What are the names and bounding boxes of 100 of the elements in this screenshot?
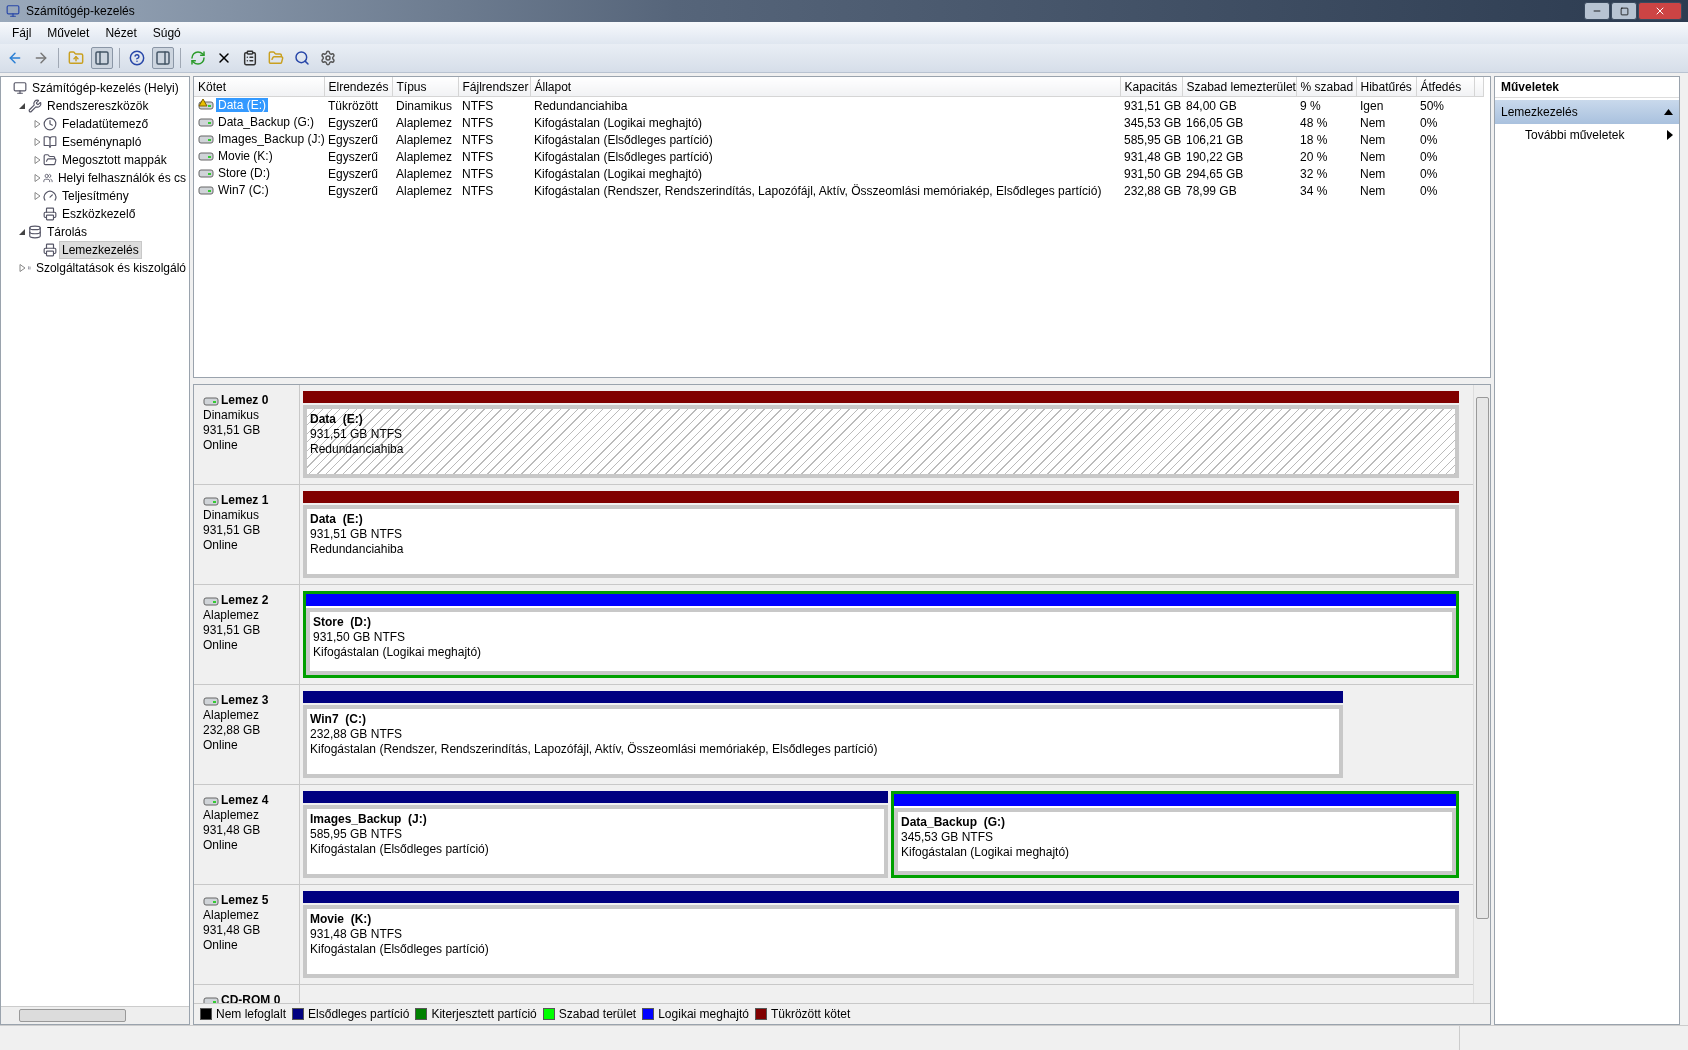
- minimize-button[interactable]: [1584, 2, 1610, 20]
- horizontal-scrollbar[interactable]: [1, 1006, 189, 1024]
- partition-size: 931,51 GB NTFS: [310, 427, 404, 442]
- forward-icon: [33, 50, 49, 66]
- column-header[interactable]: Szabad lemezterület: [1182, 77, 1296, 97]
- maximize-icon: [1619, 6, 1629, 16]
- table-cell-text: 585,95 GB: [1123, 131, 1182, 148]
- column-header[interactable]: Elrendezés: [324, 77, 392, 97]
- partition-name: Win7 (C:): [310, 712, 367, 727]
- maximize-button[interactable]: [1611, 2, 1637, 20]
- volume-name[interactable]: Store (D:): [216, 165, 272, 180]
- disk-size: 931,51 GB: [203, 423, 262, 438]
- partition-name: Data (E:): [310, 512, 364, 527]
- partition-size: 232,88 GB NTFS: [310, 727, 404, 742]
- collapsed-arrow-icon[interactable]: [33, 174, 41, 182]
- table-cell-text: 0%: [1419, 148, 1439, 165]
- submenu-arrow-icon: [1667, 130, 1673, 140]
- table-cell-text: Nem: [1359, 148, 1387, 165]
- column-header[interactable]: Átfedés: [1416, 77, 1474, 97]
- tree-item[interactable]: Tárolás: [44, 223, 90, 241]
- table-cell-text: 0%: [1419, 131, 1439, 148]
- table-cell-text: Egyszerű: [327, 182, 380, 199]
- table-cell-text: Nem: [1359, 165, 1387, 182]
- folder-icon: [43, 153, 57, 167]
- disk-type: Alaplemez: [203, 608, 261, 623]
- menu-item[interactable]: Művelet: [39, 26, 98, 40]
- table-cell: NTFS: [458, 96, 530, 114]
- column-header[interactable]: Kapacitás: [1120, 77, 1182, 97]
- table-cell-text: Nem: [1359, 114, 1387, 131]
- volume-name[interactable]: Movie (K:): [216, 148, 275, 163]
- collapse-icon: [1664, 109, 1673, 115]
- tree-item[interactable]: Feladatütemező: [59, 115, 152, 133]
- column-header[interactable]: Állapot: [530, 77, 1120, 97]
- drive-icon: [203, 394, 219, 407]
- volume-name[interactable]: Images_Backup (J:): [216, 131, 327, 146]
- disk-type: Alaplemez: [203, 708, 261, 723]
- volume-name[interactable]: Win7 (C:): [216, 182, 271, 197]
- collapsed-arrow-icon[interactable]: [33, 138, 41, 146]
- disk-size: 931,51 GB: [203, 523, 262, 538]
- tree-item[interactable]: Lemezkezelés: [59, 241, 142, 259]
- table-cell-text: 34 %: [1299, 182, 1329, 199]
- table-cell-text: Egyszerű: [327, 114, 380, 131]
- partition-size: 345,53 GB NTFS: [900, 830, 994, 845]
- partition-name: Data_Backup (G:): [900, 815, 1006, 830]
- tree-item[interactable]: Megosztott mappák: [59, 151, 170, 169]
- tree-item[interactable]: Eszközkezelő: [59, 205, 139, 223]
- partition-name: Data (E:): [310, 412, 364, 427]
- disk-type: Alaplemez: [203, 808, 261, 823]
- table-cell: 9 %: [1296, 96, 1356, 114]
- table-cell-text: 0%: [1419, 182, 1439, 199]
- table-cell-text: Egyszerű: [327, 165, 380, 182]
- table-cell-text: 32 %: [1299, 165, 1329, 182]
- collapsed-arrow-icon[interactable]: [33, 156, 41, 164]
- menu-item[interactable]: Nézet: [97, 26, 145, 40]
- action-item[interactable]: További műveletek: [1495, 124, 1679, 146]
- column-header[interactable]: Típus: [392, 77, 458, 97]
- volume-name[interactable]: Data_Backup (G:): [216, 114, 317, 129]
- table-cell-text: Kifogástalan (Logikai meghajtó): [533, 165, 704, 182]
- collapsed-arrow-icon[interactable]: [33, 120, 41, 128]
- tree-item[interactable]: Helyi felhasználók és cs: [54, 169, 189, 187]
- partition[interactable]: Store (D:) 931,50 GB NTFS Kifogástalan (Logikai meghajtó): [303, 591, 1459, 678]
- disk-name: Lemez 4: [221, 793, 269, 808]
- panel-right-icon: [155, 50, 171, 66]
- disk-status: Online: [203, 538, 239, 553]
- drive-icon: [203, 794, 219, 807]
- vertical-scrollbar[interactable]: [1473, 385, 1490, 1003]
- partition-status: Kifogástalan (Rendszer, Rendszerindítás, Lapozófájl, Aktív, Összeomlási memóriakép, Elsődleges partíció): [310, 742, 879, 757]
- table-cell-text: 78,99 GB: [1185, 182, 1238, 199]
- menu-item[interactable]: Fájl: [4, 26, 40, 40]
- actions-section[interactable]: Lemezkezelés: [1495, 100, 1679, 124]
- expanded-arrow-icon[interactable]: [18, 228, 26, 236]
- table-cell-text: 345,53 GB: [1123, 114, 1182, 131]
- partition[interactable]: Data_Backup (G:) 345,53 GB NTFS Kifogástalan (Logikai meghajtó): [890, 791, 1459, 878]
- collapsed-arrow-icon[interactable]: [33, 192, 41, 200]
- disk-size: 931,51 GB: [203, 623, 262, 638]
- printer-icon: [43, 243, 57, 257]
- refresh-icon: [190, 50, 206, 66]
- tree-item[interactable]: Számítógép-kezelés (Helyi): [29, 79, 182, 97]
- close-button[interactable]: [1638, 2, 1682, 20]
- disk-name: Lemez 2: [221, 593, 269, 608]
- tree-item[interactable]: Eseménynapló: [59, 133, 145, 151]
- menu-item[interactable]: Súgó: [144, 26, 189, 40]
- column-header[interactable]: Hibatűrés: [1356, 77, 1416, 97]
- table-cell: Tükrözött: [324, 96, 392, 114]
- column-header[interactable]: Kötet: [194, 77, 324, 97]
- column-header[interactable]: Fájlrendszer: [458, 77, 530, 97]
- disk-name: Lemez 3: [221, 693, 269, 708]
- help-icon: [129, 50, 145, 66]
- expanded-arrow-icon[interactable]: [18, 102, 26, 110]
- disk-name: Lemez 1: [221, 493, 269, 508]
- tree-item[interactable]: Teljesítmény: [59, 187, 132, 205]
- table-cell-text: 190,22 GB: [1185, 148, 1245, 165]
- tree-item[interactable]: Rendszereszközök: [44, 97, 152, 115]
- table-cell-text: Alaplemez: [395, 165, 454, 182]
- disk-status: Online: [203, 938, 239, 953]
- disk-status: Online: [203, 638, 239, 653]
- collapsed-arrow-icon[interactable]: [18, 264, 26, 272]
- column-header[interactable]: % szabad: [1296, 77, 1356, 97]
- tree-item[interactable]: Szolgáltatások és kiszolgáló: [32, 259, 189, 277]
- actions-title: Műveletek: [1495, 77, 1679, 98]
